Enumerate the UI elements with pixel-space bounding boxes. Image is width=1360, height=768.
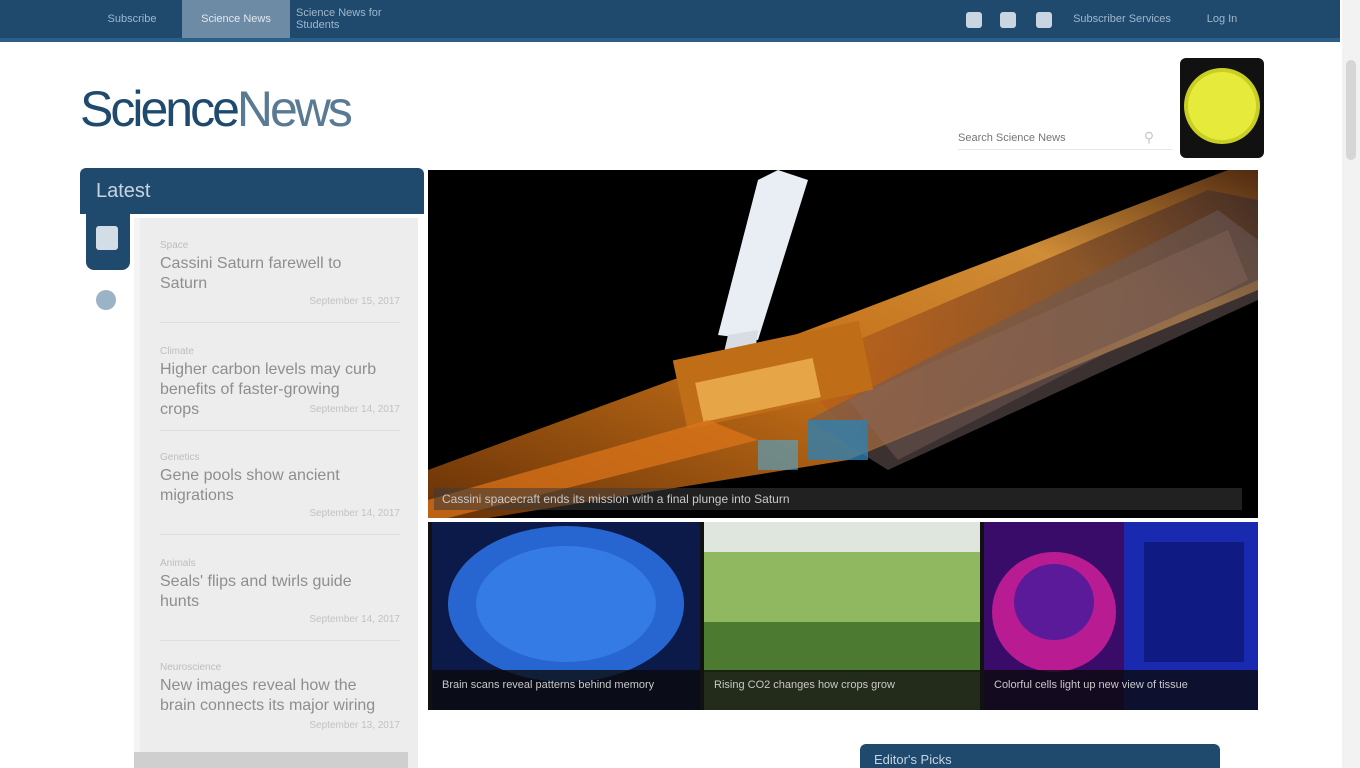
badge-emblem-icon xyxy=(1188,72,1256,140)
nav-item-log-in[interactable]: Log In xyxy=(1182,0,1262,38)
sidebar-header: Latest xyxy=(80,168,424,214)
rss-icon[interactable] xyxy=(1036,12,1052,28)
search-icon[interactable]: ⚲ xyxy=(1138,128,1160,148)
nav-item-subscriber-services[interactable]: Subscriber Services xyxy=(1072,0,1172,38)
list-item[interactable]: Genetics Gene pools show ancient migrati… xyxy=(160,452,400,535)
list-item[interactable]: Animals Seals' flips and twirls guide hu… xyxy=(160,558,400,641)
logo-part-science: Science xyxy=(80,81,240,137)
sidebar-list: Space Cassini Saturn farewell to Saturn … xyxy=(134,218,418,768)
site-logo[interactable]: ScienceNews xyxy=(80,80,353,138)
search-input[interactable] xyxy=(958,131,1138,144)
list-item-headline[interactable]: New images reveal how the brain connects… xyxy=(160,676,380,716)
list-item-date: September 14, 2017 xyxy=(309,614,400,625)
hero-caption-bar[interactable]: Cassini spacecraft ends its mission with… xyxy=(434,488,1242,510)
promo-badge[interactable] xyxy=(1180,58,1264,158)
list-item-kicker: Animals xyxy=(160,558,196,569)
sidebar-more-bar[interactable] xyxy=(134,752,408,768)
facebook-icon[interactable] xyxy=(966,12,982,28)
list-item-headline[interactable]: Seals' flips and twirls guide hunts xyxy=(160,572,380,612)
list-item-kicker: Genetics xyxy=(160,452,200,463)
hero-image[interactable] xyxy=(428,170,1258,518)
divider xyxy=(160,534,400,535)
list-item-date: September 13, 2017 xyxy=(309,720,400,731)
list-item-date: September 14, 2017 xyxy=(309,508,400,519)
thumbnail-caption: Rising CO2 changes how crops grow xyxy=(704,670,980,710)
thumbnail-card[interactable]: Brain scans reveal patterns behind memor… xyxy=(432,522,700,710)
thumbnail-card[interactable]: Rising CO2 changes how crops grow xyxy=(704,522,980,710)
list-item[interactable]: Space Cassini Saturn farewell to Saturn … xyxy=(160,240,400,323)
nav-item-science-news[interactable]: Science News xyxy=(182,0,290,38)
editors-picks-title: Editor's Picks xyxy=(874,752,952,767)
list-item-date: September 14, 2017 xyxy=(309,404,400,415)
editors-picks-header: Editor's Picks xyxy=(860,744,1220,768)
list-item[interactable]: Climate Higher carbon levels may curb be… xyxy=(160,346,400,431)
sidebar-title: Latest xyxy=(96,180,151,202)
nav-item-subscribe[interactable]: Subscribe xyxy=(90,0,174,38)
thumbnail-caption: Colorful cells light up new view of tiss… xyxy=(984,670,1258,710)
featured-thumbnails: Brain scans reveal patterns behind memor… xyxy=(428,522,1258,710)
list-item-date: September 15, 2017 xyxy=(309,296,400,307)
list-item-kicker: Neuroscience xyxy=(160,662,222,673)
logo-part-news: News xyxy=(236,81,353,137)
nav-item-science-news-students[interactable]: Science News for Students xyxy=(296,0,420,38)
twitter-icon[interactable] xyxy=(1000,12,1016,28)
scrollbar-thumb[interactable] xyxy=(1346,60,1356,160)
divider xyxy=(160,322,400,323)
top-nav-bar: Subscribe Science News Science News for … xyxy=(0,0,1340,42)
list-item-headline[interactable]: Gene pools show ancient migrations xyxy=(160,466,380,506)
list-item[interactable]: Neuroscience New images reveal how the b… xyxy=(160,662,400,731)
list-item-kicker: Space xyxy=(160,240,189,251)
divider xyxy=(160,640,400,641)
list-item-headline[interactable]: Cassini Saturn farewell to Saturn xyxy=(160,254,380,294)
sidebar-tab-popular-icon[interactable] xyxy=(96,290,116,310)
search-bar: ⚲ xyxy=(958,126,1172,150)
thumbnail-caption: Brain scans reveal patterns behind memor… xyxy=(432,670,700,710)
thumbnail-card[interactable]: Colorful cells light up new view of tiss… xyxy=(984,522,1258,710)
clock-icon xyxy=(96,226,118,250)
spacecraft-illustration xyxy=(428,170,1258,518)
hero-caption: Cassini spacecraft ends its mission with… xyxy=(442,492,790,506)
divider xyxy=(160,430,400,431)
list-item-kicker: Climate xyxy=(160,346,194,357)
